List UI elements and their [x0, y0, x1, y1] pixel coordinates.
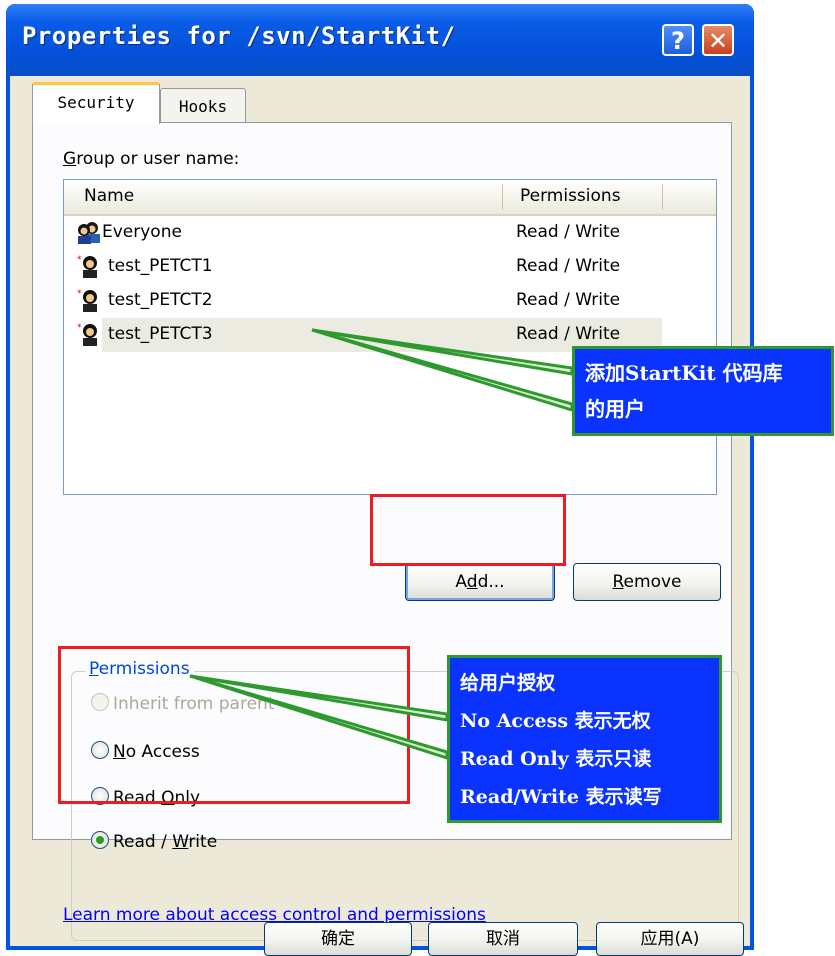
- callout-permissions: 给用户授权 No Access 表示无权 Read Only 表示只读 Read…: [447, 655, 722, 823]
- callout-line: 给用户授权: [460, 672, 556, 694]
- callout-line: 的用户: [585, 397, 645, 421]
- callout-line: No Access 表示无权: [460, 710, 651, 732]
- callout-line: 添加StartKit 代码库: [585, 361, 783, 385]
- callout-add-users: 添加StartKit 代码库 的用户: [572, 346, 834, 436]
- callout-line: Read/Write 表示读写: [460, 786, 662, 808]
- callout-line: Read Only 表示只读: [460, 748, 652, 770]
- tab-security[interactable]: Security: [32, 82, 160, 124]
- callout2-pointer: [189, 674, 449, 761]
- callout1-pointer: [311, 328, 574, 413]
